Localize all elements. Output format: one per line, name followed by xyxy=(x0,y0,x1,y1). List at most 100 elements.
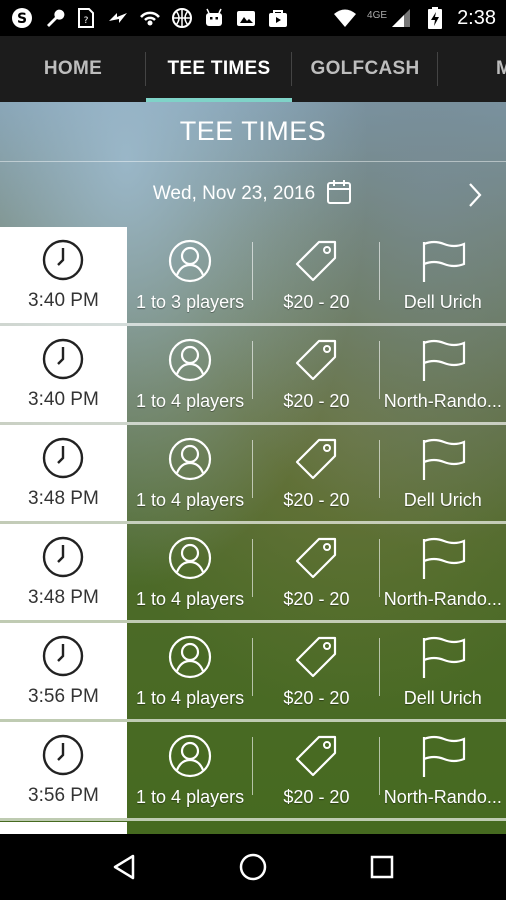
price-cell: $20 - 20 xyxy=(253,326,380,422)
tee-time-row[interactable]: 3:48 PM 1 to 4 players $20 - 20 North-Ra… xyxy=(0,524,506,623)
price-tag-icon xyxy=(293,634,339,684)
price-text: $20 - 20 xyxy=(283,390,350,411)
bolt-icon xyxy=(106,6,130,30)
players-cell: 1 to 4 players xyxy=(127,722,254,818)
flag-icon xyxy=(418,337,468,387)
price-tag-icon xyxy=(293,535,339,585)
flag-icon xyxy=(418,535,468,585)
svg-text:?: ? xyxy=(84,16,89,26)
basketball-icon xyxy=(170,6,194,30)
android-icon xyxy=(202,6,226,30)
tee-time-row[interactable]: 3:40 PM 1 to 3 players $20 - 20 Dell Uri… xyxy=(0,227,506,326)
user-icon xyxy=(167,535,213,585)
tee-time: 3:56 PM xyxy=(28,785,99,806)
home-button[interactable] xyxy=(233,847,273,887)
tee-time-row[interactable]: 3:56 PM 1 to 4 players $20 - 20 North-Ra… xyxy=(0,722,506,821)
price-cell: $20 - 20 xyxy=(253,722,380,818)
tee-time: 3:40 PM xyxy=(28,290,99,311)
players-text: 1 to 3 players xyxy=(136,291,245,312)
players-cell: 1 to 4 players xyxy=(127,623,254,719)
tab-golfcash[interactable]: GOLFCASH xyxy=(292,36,438,102)
bag-icon xyxy=(266,6,290,30)
clock-icon xyxy=(41,238,85,286)
tee-time-row[interactable]: 3:40 PM 1 to 4 players $20 - 20 North-Ra… xyxy=(0,326,506,425)
tab-more[interactable]: M xyxy=(438,36,506,102)
tab-bar: HOME TEE TIMES GOLFCASH M xyxy=(0,36,506,102)
user-icon xyxy=(167,634,213,684)
recents-button[interactable] xyxy=(362,847,402,887)
price-text: $20 - 20 xyxy=(283,786,350,807)
tee-time-row[interactable]: 3:56 PM 1 to 4 players $20 - 20 Dell Uri… xyxy=(0,623,506,722)
battery-charging-icon xyxy=(423,6,447,30)
price-text: $20 - 20 xyxy=(283,489,350,510)
course-cell: Dell Urich xyxy=(380,425,506,521)
players-cell: 1 to 4 players xyxy=(127,524,254,620)
network-type-label: 4GE xyxy=(367,10,388,21)
price-tag-icon xyxy=(293,337,339,387)
date-selector[interactable]: Wed, Nov 23, 2016 xyxy=(0,162,506,226)
tab-home[interactable]: HOME xyxy=(0,36,146,102)
players-text: 1 to 4 players xyxy=(136,489,245,510)
back-triangle-icon xyxy=(114,854,135,880)
notification-icons: S ? xyxy=(10,6,290,30)
time-cell: 3:48 PM xyxy=(0,524,127,620)
course-text: Dell Urich xyxy=(403,489,482,510)
tee-time: 3:56 PM xyxy=(28,686,99,707)
time-cell: 3:48 PM xyxy=(0,425,127,521)
clock-icon xyxy=(41,436,85,484)
user-icon xyxy=(167,733,213,783)
home-circle-icon xyxy=(239,853,267,881)
price-cell: $20 - 20 xyxy=(253,524,380,620)
tee-time-list: 3:40 PM 1 to 3 players $20 - 20 Dell Uri… xyxy=(0,227,506,821)
recents-square-icon xyxy=(370,855,393,879)
clock-icon xyxy=(41,733,85,781)
price-text: $20 - 20 xyxy=(283,291,350,312)
status-bar: S ? 4GE 2:38 xyxy=(0,0,506,36)
course-cell: Dell Urich xyxy=(380,623,506,719)
svg-text:S: S xyxy=(17,11,27,27)
hotspot-icon xyxy=(138,6,162,30)
price-tag-icon xyxy=(293,436,339,486)
page-title: TEE TIMES xyxy=(0,102,506,162)
flag-icon xyxy=(418,238,468,288)
clock-icon xyxy=(41,634,85,682)
signal-icon xyxy=(389,6,413,30)
sim-icon: ? xyxy=(74,6,98,30)
players-text: 1 to 4 players xyxy=(136,588,245,609)
price-text: $20 - 20 xyxy=(283,687,350,708)
calendar-icon[interactable] xyxy=(325,178,353,210)
price-cell: $20 - 20 xyxy=(253,623,380,719)
user-icon xyxy=(167,238,213,288)
user-icon xyxy=(167,337,213,387)
players-text: 1 to 4 players xyxy=(136,687,245,708)
status-clock: 2:38 xyxy=(457,6,496,29)
course-cell: Dell Urich xyxy=(380,227,506,323)
chevron-right-icon xyxy=(469,183,482,207)
flag-icon xyxy=(418,733,468,783)
players-text: 1 to 4 players xyxy=(136,786,245,807)
wifi-icon xyxy=(333,6,357,30)
skype-icon: S xyxy=(10,6,34,30)
system-icons: 4GE 2:38 xyxy=(333,6,496,30)
course-cell: North-Rando... xyxy=(380,524,506,620)
wrench-icon xyxy=(42,6,66,30)
photo-icon xyxy=(234,6,258,30)
players-cell: 1 to 3 players xyxy=(127,227,254,323)
tab-tee-times[interactable]: TEE TIMES xyxy=(146,36,292,102)
course-cell: North-Rando... xyxy=(380,722,506,818)
date-label: Wed, Nov 23, 2016 xyxy=(152,183,316,204)
clock-icon xyxy=(41,337,85,385)
course-text: North-Rando... xyxy=(383,390,502,411)
course-text: North-Rando... xyxy=(383,588,502,609)
time-cell: 3:40 PM xyxy=(0,227,127,323)
user-icon xyxy=(167,436,213,486)
price-tag-icon xyxy=(293,238,339,288)
main-content: TEE TIMES Wed, Nov 23, 2016 3:40 PM 1 to… xyxy=(0,102,506,834)
next-date-button[interactable] xyxy=(462,180,488,210)
back-button[interactable] xyxy=(104,847,144,887)
price-cell: $20 - 20 xyxy=(253,227,380,323)
flag-icon xyxy=(418,634,468,684)
tee-time-row[interactable]: 3:48 PM 1 to 4 players $20 - 20 Dell Uri… xyxy=(0,425,506,524)
time-cell: 3:40 PM xyxy=(0,326,127,422)
course-cell: North-Rando... xyxy=(380,326,506,422)
